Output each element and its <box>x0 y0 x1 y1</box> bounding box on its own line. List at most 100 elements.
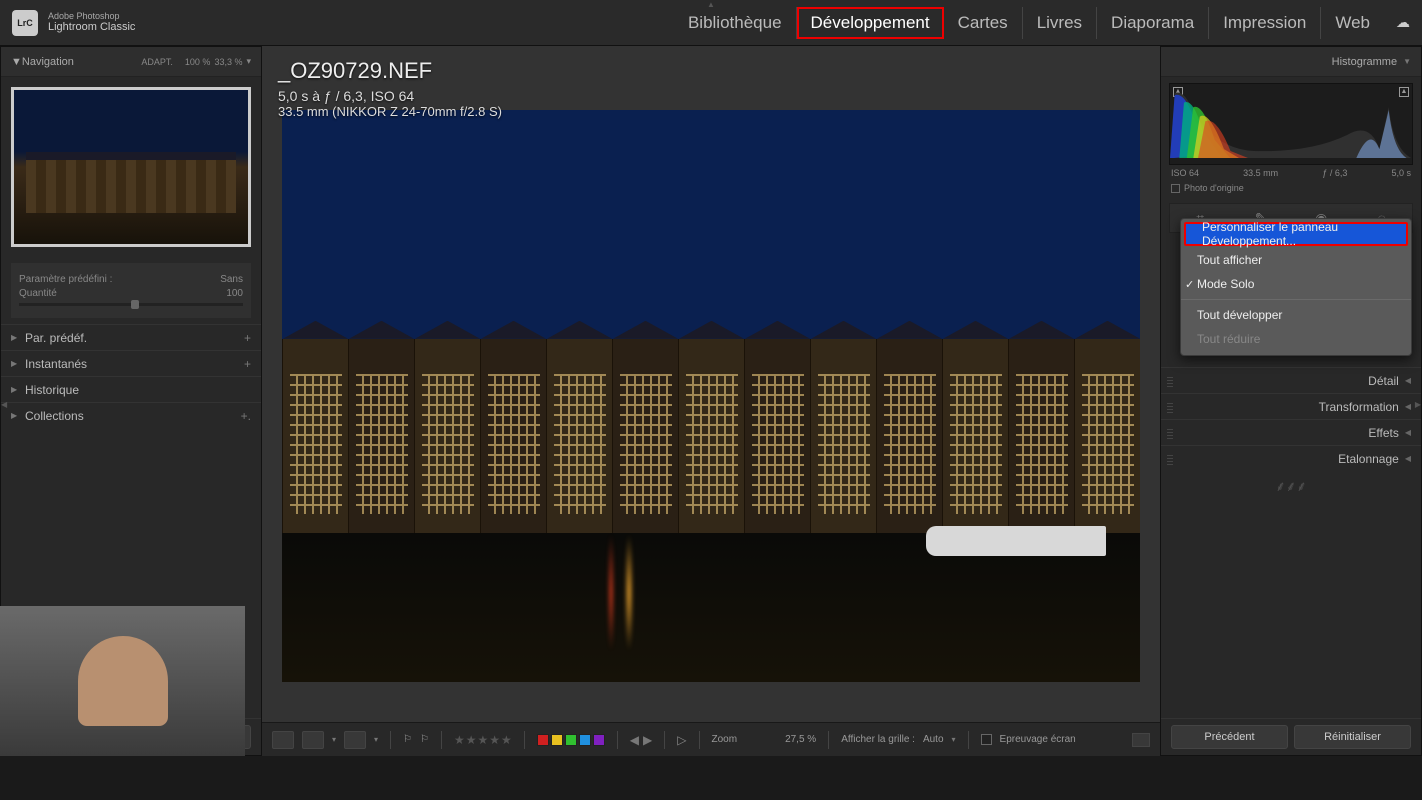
grid-dropdown-icon[interactable]: ▾ <box>952 735 956 744</box>
color-labels <box>537 734 605 746</box>
next-photo-icon[interactable]: ▶ <box>643 733 652 747</box>
flag-reject-icon[interactable]: ⚐ <box>420 734 429 745</box>
loupe-view-icon[interactable] <box>272 731 294 749</box>
rating-stars: ★★★★★ <box>454 733 512 747</box>
color-label-4[interactable] <box>593 734 605 746</box>
toolbar-menu-icon[interactable] <box>1132 733 1150 747</box>
histo-iso: ISO 64 <box>1171 168 1199 178</box>
module-bibliothèque[interactable]: Bibliothèque <box>674 7 797 39</box>
photo-canvas[interactable] <box>282 110 1140 682</box>
right-section-etalonnage[interactable]: Etalonnage◀ <box>1161 445 1421 471</box>
section-label: Collections <box>25 409 84 423</box>
right-ornament: ⸙⸙⸙ <box>1269 471 1313 491</box>
center-toolbar: ▾ ▾ ⚐ ⚐ ★★★★★ ◀▶ ▷ Zoom 27,5 % Afficher … <box>262 722 1160 756</box>
collapse-icon: ▼ <box>11 56 22 68</box>
ctx-label: Mode Solo <box>1197 277 1254 291</box>
exif-line1: 5,0 s à ƒ / 6,3, ISO 64 <box>278 88 502 104</box>
module-impression[interactable]: Impression <box>1209 7 1321 39</box>
preset-amount-slider[interactable] <box>19 303 243 306</box>
histogram-header[interactable]: Histogramme ▼ <box>1161 47 1421 77</box>
left-section-historique[interactable]: ▶Historique <box>1 376 261 402</box>
original-checkbox[interactable] <box>1171 184 1180 193</box>
prev-photo-icon[interactable]: ◀ <box>630 733 639 747</box>
module-développement[interactable]: Développement <box>797 7 944 39</box>
reset-button[interactable]: Réinitialiser <box>1294 725 1411 749</box>
center-area: _OZ90729.NEF 5,0 s à ƒ / 6,3, ISO 64 33.… <box>262 46 1160 756</box>
star-5[interactable]: ★ <box>501 733 512 747</box>
zoom-dropdown-icon[interactable]: ▾ <box>246 56 251 67</box>
expand-icon: ◀ <box>1405 428 1411 437</box>
add-icon[interactable]: + <box>244 331 251 345</box>
brand-line2: Lightroom Classic <box>48 21 135 34</box>
original-label: Photo d'origine <box>1184 183 1244 193</box>
right-section-transformation[interactable]: Transformation◀ <box>1161 393 1421 419</box>
ctx-item-tout-d-velopper[interactable]: Tout développer <box>1181 303 1411 327</box>
section-label: Instantanés <box>25 357 87 371</box>
expand-icon: ◀ <box>1405 454 1411 463</box>
zoom-100[interactable]: 100 % <box>185 57 211 67</box>
left-expand-handle[interactable]: ◀ <box>1 400 7 409</box>
star-2[interactable]: ★ <box>466 733 477 747</box>
swap-before-after-icon[interactable] <box>344 731 366 749</box>
star-3[interactable]: ★ <box>478 733 489 747</box>
ctx-item-tout-afficher[interactable]: Tout afficher <box>1181 248 1411 272</box>
module-diaporama[interactable]: Diaporama <box>1097 7 1209 39</box>
zoom-value[interactable]: 27,5 % <box>785 734 816 745</box>
expand-icon: ▶ <box>11 411 19 420</box>
module-livres[interactable]: Livres <box>1023 7 1097 39</box>
color-label-3[interactable] <box>579 734 591 746</box>
ctx-label: Tout développer <box>1197 308 1282 322</box>
histogram[interactable]: ▲ ▲ <box>1169 83 1413 165</box>
cloud-sync-icon[interactable]: ☁ <box>1396 14 1410 31</box>
star-1[interactable]: ★ <box>454 733 465 747</box>
preset-amount-max: 100 <box>226 288 243 299</box>
ctx-item-tout-r-duire: Tout réduire <box>1181 327 1411 351</box>
color-label-2[interactable] <box>565 734 577 746</box>
section-label: Détail <box>1368 374 1399 388</box>
left-section-collections[interactable]: ▶ Collections +. <box>1 402 261 428</box>
info-overlay: _OZ90729.NEF 5,0 s à ƒ / 6,3, ISO 64 33.… <box>278 58 502 119</box>
soft-proof-checkbox[interactable] <box>981 734 992 745</box>
left-section-instantans[interactable]: ▶Instantanés+ <box>1 350 261 376</box>
star-4[interactable]: ★ <box>489 733 500 747</box>
histo-shutter: 5,0 s <box>1391 168 1411 178</box>
histo-focal: 33.5 mm <box>1243 168 1278 178</box>
slideshow-play-icon[interactable]: ▷ <box>677 733 686 747</box>
section-label: Par. prédéf. <box>25 331 87 345</box>
ctx-item-mode-solo[interactable]: ✓Mode Solo <box>1181 272 1411 296</box>
color-label-1[interactable] <box>551 734 563 746</box>
flag-pick-icon[interactable]: ⚐ <box>403 734 412 745</box>
preset-preview: Paramètre prédéfini :Sans Quantité100 <box>11 263 251 318</box>
expand-icon: ▶ <box>11 333 19 342</box>
before-after-menu-icon[interactable]: ▾ <box>332 735 336 744</box>
navigator-thumbnail[interactable] <box>11 87 251 247</box>
add-icon[interactable]: + <box>244 357 251 371</box>
module-cartes[interactable]: Cartes <box>944 7 1023 39</box>
right-section-effets[interactable]: Effets ◀ <box>1161 419 1421 445</box>
before-after-icon[interactable] <box>302 731 324 749</box>
section-label: Effets <box>1368 426 1398 440</box>
right-section-détail[interactable]: Détail ◀ <box>1161 367 1421 393</box>
top-expand-handle[interactable]: ▲ <box>707 0 715 9</box>
grid-dropdown[interactable]: Auto <box>923 734 944 745</box>
ctx-item-personnaliser-le-panneau[interactable]: Personnaliser le panneau Développement..… <box>1184 222 1408 246</box>
navigator-title: Navigation <box>22 56 74 68</box>
brand-line1: Adobe Photoshop <box>48 11 135 22</box>
module-web[interactable]: Web <box>1321 7 1384 39</box>
add-icon[interactable]: +. <box>241 409 251 423</box>
expand-icon: ◀ <box>1405 376 1411 385</box>
color-label-0[interactable] <box>537 734 549 746</box>
fit-mode[interactable]: ADAPT. <box>141 57 173 67</box>
swap-menu-icon[interactable]: ▾ <box>374 735 378 744</box>
right-action-bar: Précédent Réinitialiser <box>1161 718 1421 755</box>
preset-amount-label: Quantité <box>19 288 57 299</box>
previous-button[interactable]: Précédent <box>1171 725 1288 749</box>
zoom-33[interactable]: 33,3 % <box>214 57 242 67</box>
left-section-parprdf[interactable]: ▶ Par. prédéf. + <box>1 324 261 350</box>
filename: _OZ90729.NEF <box>278 58 502 84</box>
ctx-label: Tout afficher <box>1197 253 1262 267</box>
expand-icon: ▶ <box>11 385 19 394</box>
app-logo: LrC <box>12 10 38 36</box>
navigator-thumb-area <box>1 77 261 257</box>
navigator-header[interactable]: ▼ Navigation ADAPT. 100 % 33,3 % ▾ <box>1 47 261 77</box>
